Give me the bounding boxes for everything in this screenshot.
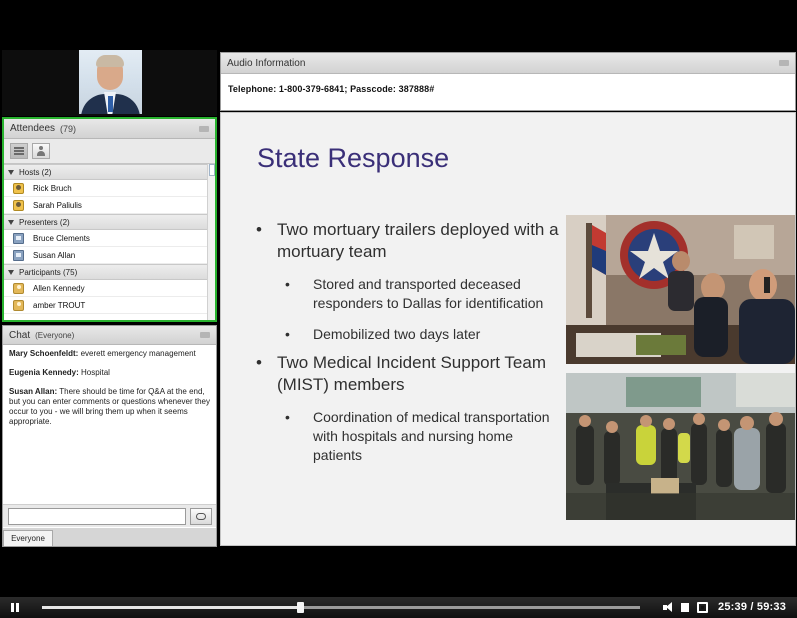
collapse-triangle-icon — [8, 269, 14, 275]
chat-header: Chat (Everyone) — [3, 326, 216, 345]
chat-text: everett emergency management — [80, 349, 196, 358]
pod-menu-icon[interactable] — [199, 125, 209, 132]
host-icon — [13, 182, 24, 194]
list-view-button[interactable] — [10, 143, 28, 159]
collapse-triangle-icon — [8, 169, 14, 175]
attendee-row[interactable]: amber TROUT — [4, 297, 215, 314]
chat-input[interactable] — [8, 508, 186, 525]
chat-message: Eugenia Kennedy: Hospital — [9, 368, 210, 378]
group-presenters[interactable]: Presenters (2) — [4, 214, 215, 230]
attendee-name: Rick Bruch — [33, 183, 72, 193]
attendee-scrollbar[interactable] — [207, 164, 215, 320]
chat-pod: Chat (Everyone) Mary Schoenfeldt: everet… — [2, 325, 217, 547]
attendees-title: Attendees — [10, 123, 56, 134]
attendee-name: amber TROUT — [33, 300, 86, 310]
list-icon — [14, 147, 24, 155]
audio-header: Audio Information — [221, 53, 795, 74]
player-controls: 25:39 / 59:33 — [0, 597, 797, 618]
attendee-name: Susan Allan — [33, 250, 76, 260]
volume-icon[interactable] — [663, 602, 674, 613]
attendees-pod: Attendees (79) Hosts (2) Rick Bruch Sara… — [2, 117, 217, 322]
chat-sender: Susan Allan: — [9, 387, 58, 396]
attendee-name: Allen Kennedy — [33, 283, 85, 293]
attendee-row[interactable]: Allen Kennedy — [4, 280, 215, 297]
participant-icon — [13, 282, 24, 294]
slide-sub-bullet: Stored and transported deceased responde… — [255, 275, 565, 313]
attendee-row[interactable]: Rick Bruch — [4, 180, 215, 197]
group-label: Participants (75) — [19, 267, 78, 277]
captions-icon[interactable] — [681, 603, 689, 612]
pause-icon[interactable] — [11, 603, 20, 612]
chat-messages: Mary Schoenfeldt: everett emergency mana… — [3, 345, 216, 502]
presenter-icon — [13, 249, 24, 261]
fullscreen-icon[interactable] — [697, 602, 708, 613]
responders-gathering-photo — [566, 373, 795, 520]
chat-text: Hospital — [81, 368, 110, 377]
presenter-icon — [13, 232, 24, 244]
attendee-name: Sarah Paliulis — [33, 200, 82, 210]
tab-everyone[interactable]: Everyone — [3, 530, 53, 546]
chat-message: Mary Schoenfeldt: everett emergency mana… — [9, 349, 210, 359]
audio-info-pod: Audio Information Telephone: 1-800-379-6… — [220, 52, 796, 111]
attendee-row[interactable]: Sarah Paliulis — [4, 197, 215, 214]
pod-menu-icon[interactable] — [779, 60, 789, 66]
attendees-count: (79) — [60, 123, 77, 134]
send-button[interactable] — [190, 508, 212, 525]
share-pod: State Response Two mortuary trailers dep… — [220, 112, 796, 546]
chat-scope: (Everyone) — [35, 330, 75, 340]
scrollbar-thumb[interactable] — [209, 164, 215, 176]
playback-time: 25:39 / 59:33 — [718, 601, 787, 613]
collapse-triangle-icon — [8, 219, 14, 225]
slide-sub-bullet: Demobilized two days later — [255, 325, 565, 344]
speech-bubble-icon — [196, 513, 206, 520]
status-view-button[interactable] — [32, 143, 50, 159]
seek-bar[interactable] — [42, 602, 640, 613]
seek-progress — [42, 606, 300, 609]
attendee-row[interactable]: Bruce Clements — [4, 230, 215, 247]
pod-menu-icon[interactable] — [200, 332, 210, 338]
emergency-operations-photo — [566, 215, 795, 364]
attendee-row[interactable]: Susan Allan — [4, 247, 215, 264]
host-icon — [13, 199, 24, 211]
group-hosts[interactable]: Hosts (2) — [4, 164, 215, 180]
person-icon — [36, 146, 46, 156]
slide-bullets: Two mortuary trailers deployed with a mo… — [255, 219, 565, 477]
chat-message: Susan Allan: There should be time for Q&… — [9, 387, 210, 427]
chat-tab-bar: Everyone — [3, 528, 216, 546]
attendee-list: Hosts (2) Rick Bruch Sarah Paliulis Pres… — [4, 164, 215, 320]
slide-bullet: Two mortuary trailers deployed with a mo… — [255, 219, 565, 263]
participant-icon — [13, 299, 24, 311]
slide-title: State Response — [257, 143, 450, 173]
group-participants[interactable]: Participants (75) — [4, 264, 215, 280]
telephone-info: Telephone: 1-800-379-6841; Passcode: 387… — [228, 84, 435, 94]
seek-handle[interactable] — [296, 602, 304, 613]
chat-sender: Eugenia Kennedy: — [9, 368, 79, 377]
slide-sub-bullet: Coordination of medical transportation w… — [255, 408, 565, 465]
attendee-name: Bruce Clements — [33, 233, 90, 243]
slide-bullet: Two Medical Incident Support Team (MIST)… — [255, 352, 565, 396]
audio-title: Audio Information — [227, 57, 306, 69]
video-pod — [2, 50, 217, 116]
group-label: Presenters (2) — [19, 217, 70, 227]
attendees-header: Attendees (79) — [4, 119, 215, 139]
chat-input-bar — [3, 504, 216, 527]
chat-sender: Mary Schoenfeldt: — [9, 349, 79, 358]
attendees-toolbar — [4, 139, 215, 164]
chat-title: Chat — [9, 329, 31, 341]
group-label: Hosts (2) — [19, 167, 52, 177]
presenter-webcam — [79, 50, 142, 114]
